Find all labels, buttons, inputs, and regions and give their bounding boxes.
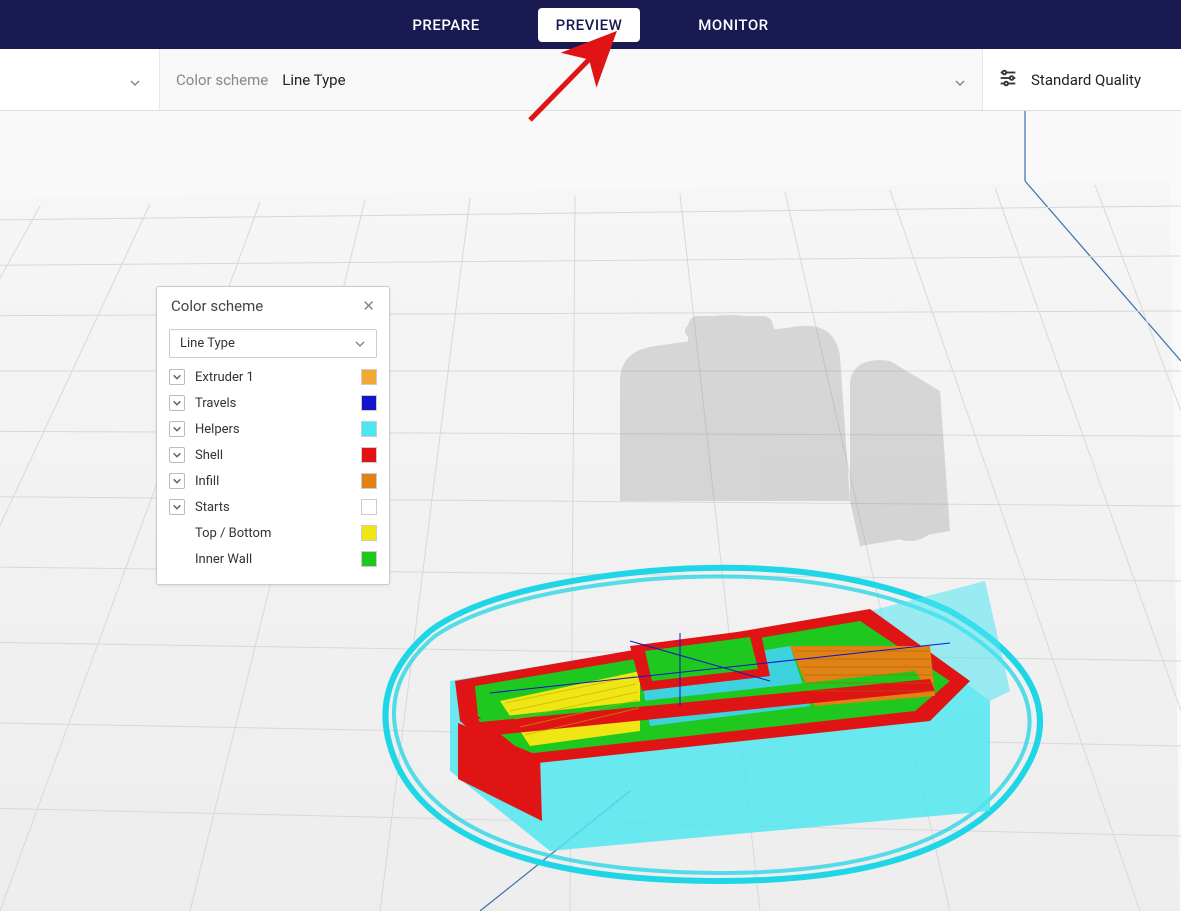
legend-row: Travels bbox=[169, 390, 377, 416]
legend-checkbox[interactable] bbox=[169, 447, 185, 463]
top-nav: PREPARE PREVIEW MONITOR bbox=[0, 0, 1181, 49]
toolbar-quality-dropdown[interactable]: Standard Quality bbox=[983, 49, 1181, 110]
legend-swatch bbox=[361, 473, 377, 489]
toolbar-color-scheme-dropdown[interactable]: Color scheme Line Type bbox=[160, 49, 983, 110]
legend-row: Top / Bottom bbox=[169, 520, 377, 546]
color-scheme-value: Line Type bbox=[282, 71, 345, 89]
legend-row: Shell bbox=[169, 442, 377, 468]
legend-label: Starts bbox=[195, 500, 351, 515]
panel-select-value: Line Type bbox=[180, 336, 235, 351]
legend-label: Travels bbox=[195, 396, 351, 411]
legend-swatch bbox=[361, 499, 377, 515]
sliced-model bbox=[430, 551, 1020, 871]
legend-swatch bbox=[361, 525, 377, 541]
legend-row: Helpers bbox=[169, 416, 377, 442]
panel-title: Color scheme bbox=[171, 297, 263, 315]
legend-checkbox[interactable] bbox=[169, 421, 185, 437]
legend-row: Inner Wall bbox=[169, 546, 377, 572]
legend-swatch bbox=[361, 421, 377, 437]
chevron-down-icon bbox=[954, 74, 966, 86]
legend-checkbox[interactable] bbox=[169, 473, 185, 489]
legend-checkbox[interactable] bbox=[169, 395, 185, 411]
legend-label: Helpers bbox=[195, 422, 351, 437]
legend-label: Extruder 1 bbox=[195, 370, 351, 385]
chevron-down-icon bbox=[354, 338, 366, 350]
secondary-toolbar: Color scheme Line Type Standard Quality bbox=[0, 49, 1181, 111]
legend-checkbox[interactable] bbox=[169, 499, 185, 515]
settings-icon bbox=[997, 67, 1019, 93]
quality-label: Standard Quality bbox=[1031, 71, 1141, 89]
color-scheme-panel: Color scheme ✕ Line Type Extruder 1 Trave… bbox=[156, 286, 390, 585]
legend-label: Inner Wall bbox=[195, 552, 351, 567]
panel-items: Extruder 1 Travels Helpers Shell Infill Start… bbox=[157, 364, 389, 584]
legend-swatch bbox=[361, 369, 377, 385]
close-icon[interactable]: ✕ bbox=[362, 297, 375, 315]
legend-swatch bbox=[361, 551, 377, 567]
legend-checkbox[interactable] bbox=[169, 369, 185, 385]
legend-swatch bbox=[361, 447, 377, 463]
legend-swatch bbox=[361, 395, 377, 411]
chevron-down-icon bbox=[129, 74, 141, 86]
panel-scheme-select[interactable]: Line Type bbox=[169, 329, 377, 358]
nav-preview[interactable]: PREVIEW bbox=[538, 8, 641, 42]
legend-label: Infill bbox=[195, 474, 351, 489]
legend-label: Shell bbox=[195, 448, 351, 463]
nav-monitor[interactable]: MONITOR bbox=[680, 8, 786, 42]
legend-label: Top / Bottom bbox=[195, 526, 351, 541]
toolbar-left-dropdown[interactable] bbox=[0, 49, 160, 110]
color-scheme-label: Color scheme bbox=[176, 71, 268, 89]
3d-viewport[interactable]: Color scheme ✕ Line Type Extruder 1 Trave… bbox=[0, 111, 1181, 911]
legend-row: Starts bbox=[169, 494, 377, 520]
nav-prepare[interactable]: PREPARE bbox=[394, 8, 497, 42]
legend-row: Extruder 1 bbox=[169, 364, 377, 390]
legend-row: Infill bbox=[169, 468, 377, 494]
